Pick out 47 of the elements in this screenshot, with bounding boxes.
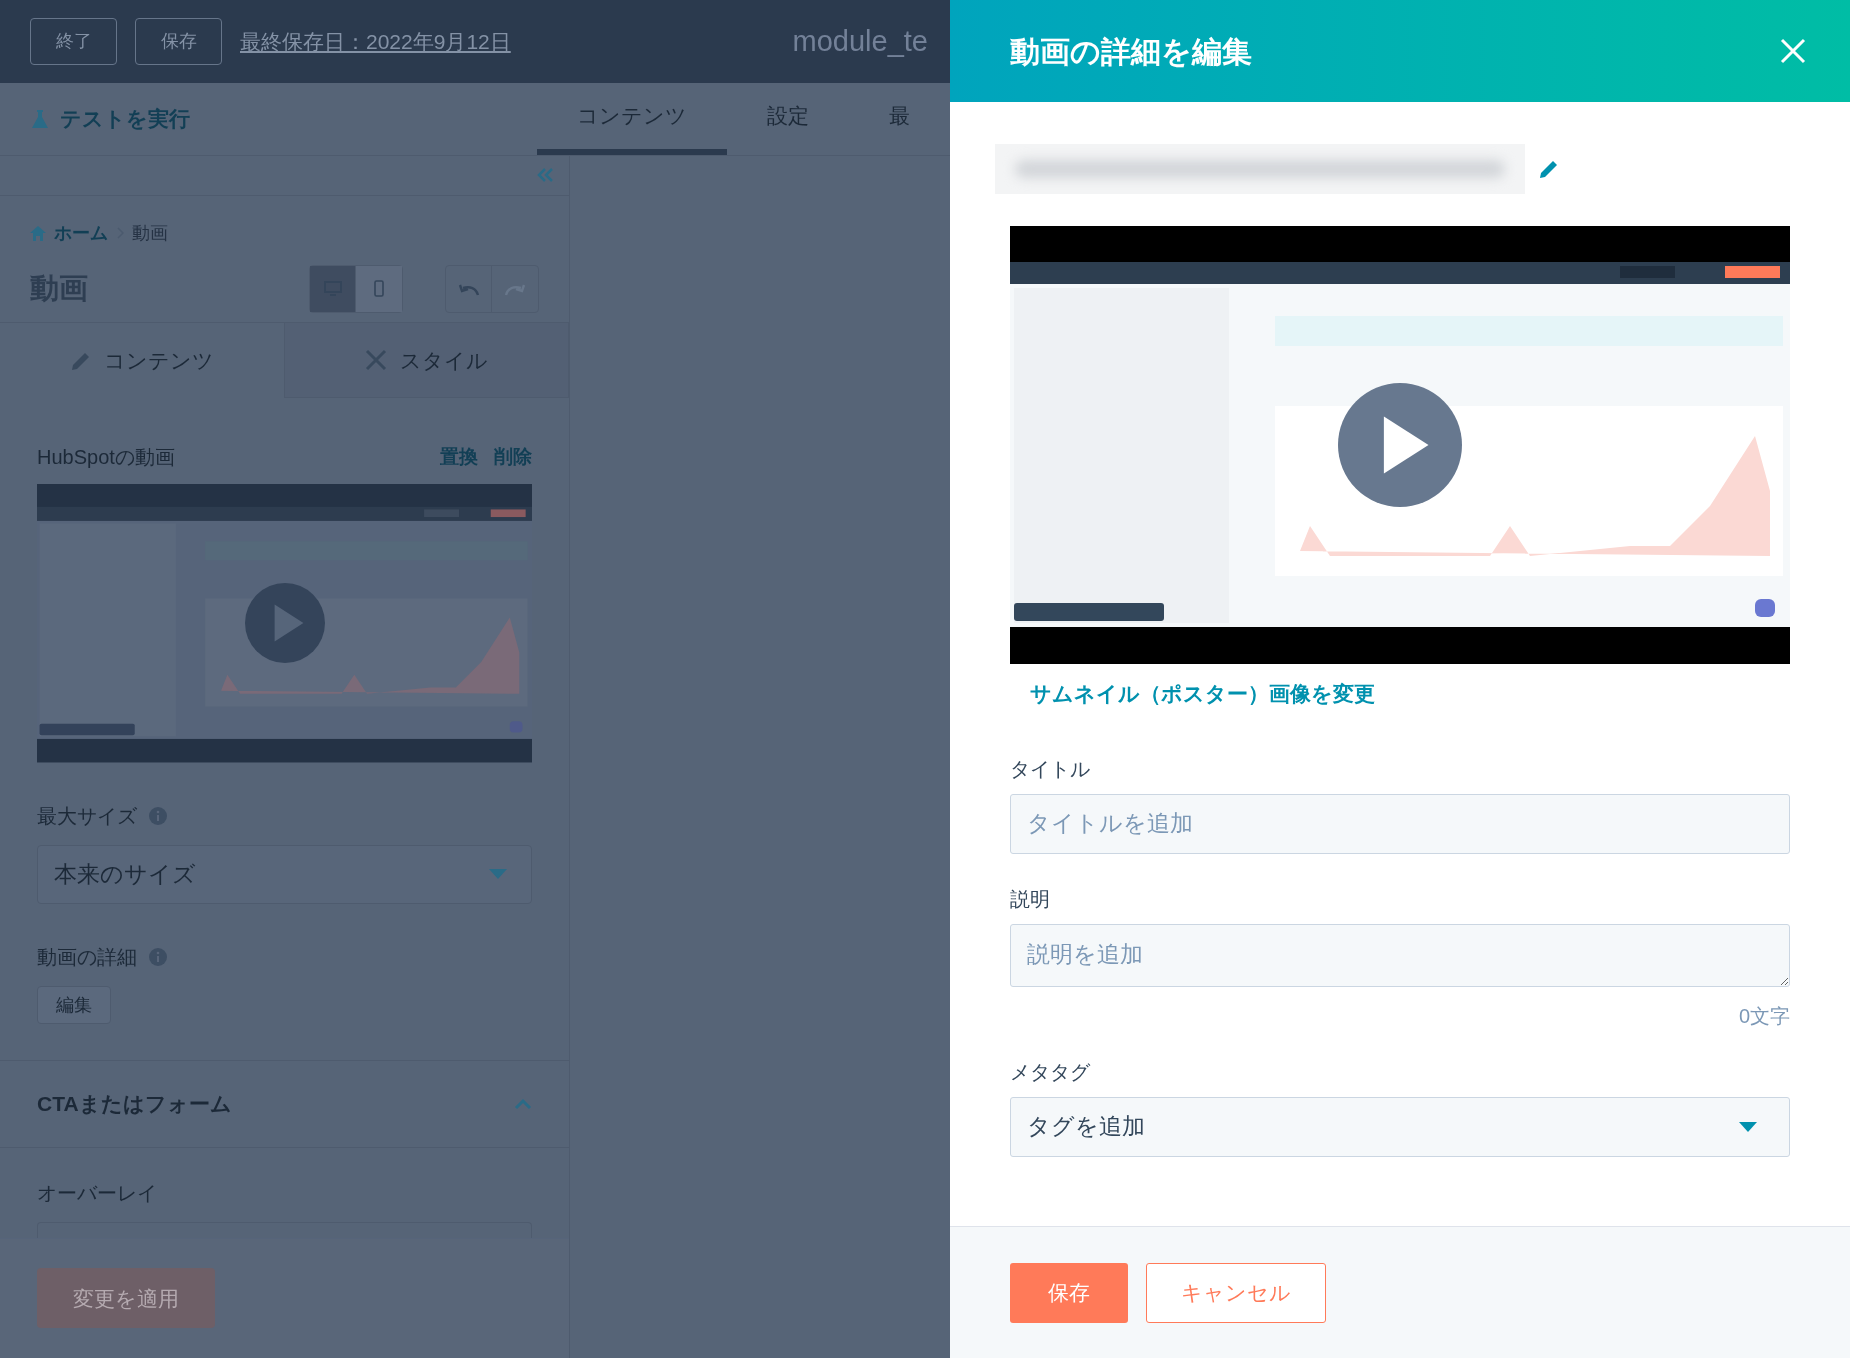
field-label: オーバーレイ — [37, 1181, 157, 1204]
home-icon — [30, 225, 46, 241]
size-select[interactable]: 本来のサイズ — [37, 844, 532, 905]
action-link[interactable]: 置換 — [440, 442, 478, 472]
description-field[interactable]: 説明を追加 — [1010, 923, 1790, 987]
breadcrumb-item[interactable]: ホーム — [54, 219, 108, 247]
double-chevron-icon — [536, 167, 554, 184]
phone-icon — [374, 280, 384, 298]
editor-tab[interactable]: 設定 — [727, 83, 849, 155]
action-link[interactable]: 削除 — [494, 442, 532, 472]
field-label: 動画の詳細 — [37, 945, 137, 971]
play-icon[interactable] — [244, 583, 325, 664]
cancel-button[interactable]: キャンセル — [1146, 1262, 1326, 1323]
section-title: CTAまたはフォーム — [37, 1091, 232, 1118]
field-label: 最大サイズ — [37, 803, 137, 829]
info-icon — [149, 948, 167, 967]
sidebar-tab[interactable]: コンテンツ — [0, 322, 284, 399]
field-label: HubSpotの動画 — [37, 445, 175, 471]
mobile-view-button[interactable] — [356, 265, 402, 312]
flask-icon — [32, 110, 48, 128]
run-test-button[interactable]: テストを実行 — [0, 83, 537, 155]
save-button[interactable]: 保存 — [1010, 1262, 1128, 1323]
caret-icon — [1739, 1121, 1757, 1132]
last-saved-link[interactable]: 最終保存日：2022年9月12日 — [240, 25, 511, 58]
desktop-view-button[interactable] — [310, 265, 356, 312]
pencil-icon — [1538, 158, 1560, 180]
field-label: 説明 — [1010, 886, 1051, 912]
sidebar-tab[interactable]: スタイル — [283, 322, 569, 399]
character-counter: 0文字 — [1738, 1003, 1790, 1029]
drawer-title: 動画の詳細を編集 — [1010, 33, 1252, 70]
edit-button[interactable]: 編集 — [37, 986, 111, 1025]
module-name: module_te — [792, 23, 928, 59]
field-label: タイトル — [1010, 756, 1091, 782]
chevron-icon[interactable] — [514, 1097, 532, 1110]
play-icon[interactable] — [1338, 383, 1462, 507]
change-thumbnail-link[interactable]: サムネイル（ポスター）画像を変更 — [1030, 682, 1375, 705]
editor-tab[interactable]: 最 — [849, 83, 950, 155]
field-label: メタタグ — [1010, 1059, 1091, 1085]
info-icon — [149, 806, 167, 825]
title-field[interactable]: タイトルを追加 — [1010, 793, 1790, 854]
caret-icon — [489, 869, 507, 880]
header-button[interactable]: 終了 — [30, 18, 117, 65]
apply-button[interactable]: 変更を適用 — [37, 1268, 215, 1329]
header-button[interactable]: 保存 — [135, 18, 222, 65]
editor-tab[interactable]: コンテンツ — [537, 83, 727, 155]
close-icon — [1780, 38, 1806, 64]
tag-select[interactable]: タグを追加 — [1010, 1096, 1790, 1157]
